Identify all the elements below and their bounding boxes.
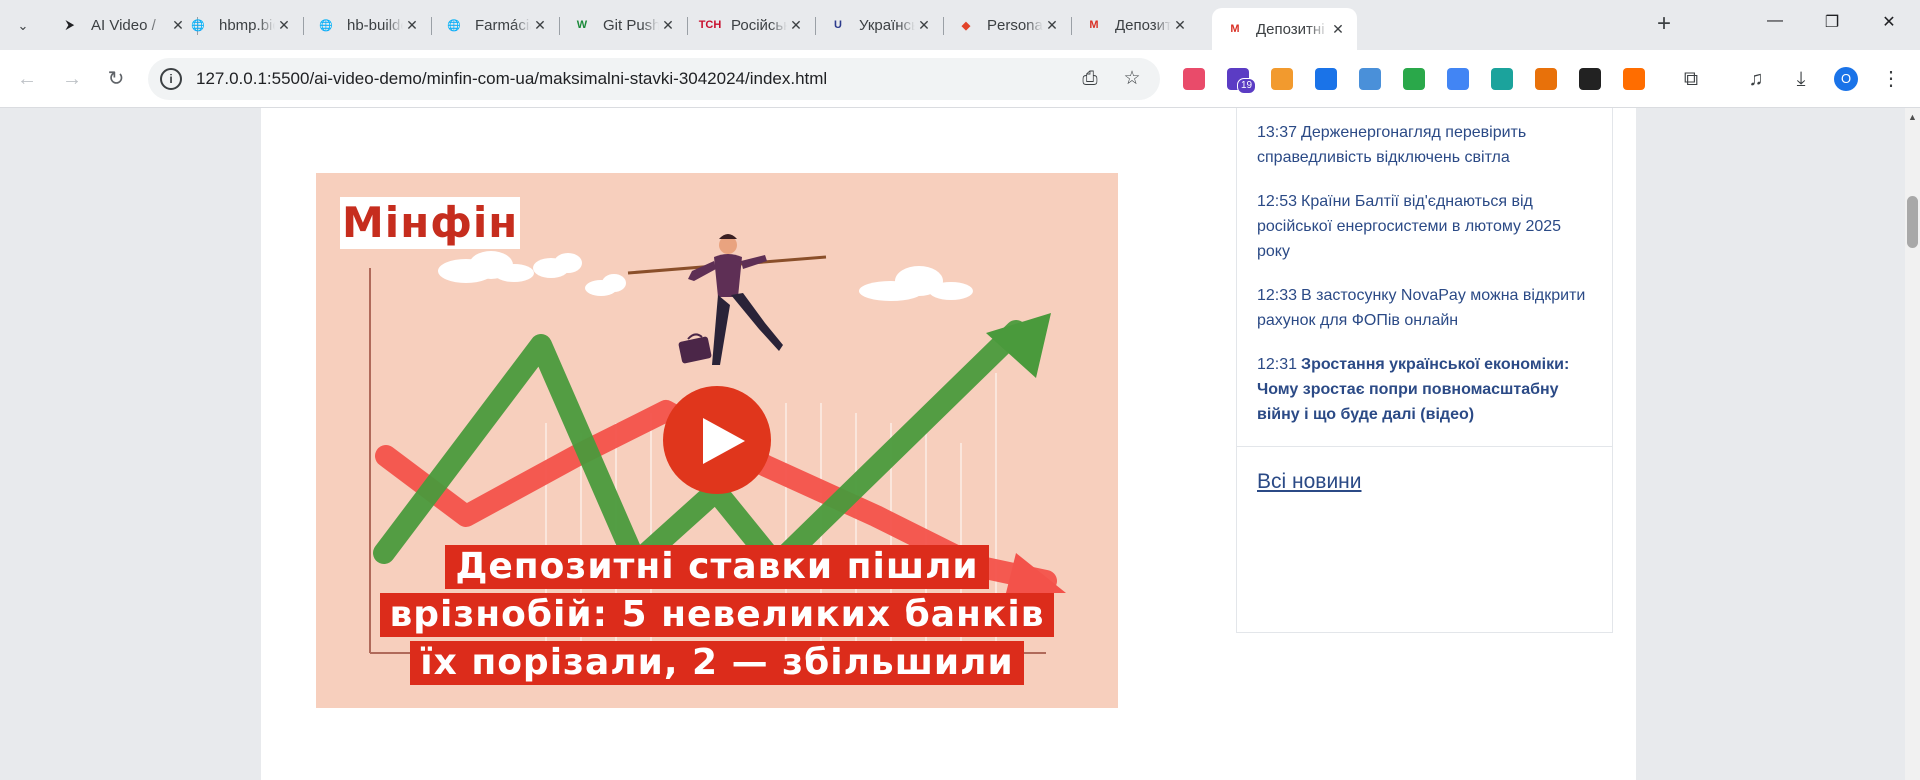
ext-purple-badge-icon[interactable]: 19 bbox=[1227, 68, 1257, 94]
close-icon[interactable]: ✕ bbox=[403, 17, 421, 34]
divider bbox=[1237, 446, 1612, 447]
scroll-up-arrow-icon[interactable]: ▲ bbox=[1905, 112, 1920, 126]
news-time: 12:53 bbox=[1257, 193, 1298, 210]
address-bar[interactable]: i 127.0.0.1:5500/ai-video-demo/minfin-co… bbox=[148, 58, 1160, 100]
restore-button[interactable]: ❐ bbox=[1817, 12, 1847, 36]
browser-toolbar: ← → ↻ i 127.0.0.1:5500/ai-video-demo/min… bbox=[0, 50, 1920, 108]
ext-diamond-icon[interactable] bbox=[1359, 68, 1381, 90]
minimize-button[interactable]: — bbox=[1760, 12, 1790, 36]
tab-strip: ⌄ ⮞AI Video /✕🌐hbmp.bidn✕🌐hb-builder✕🌐Fa… bbox=[0, 0, 1920, 50]
news-headline-link[interactable]: Зростання української економіки: Чому зр… bbox=[1257, 356, 1569, 423]
install-app-icon[interactable]: ⎙ bbox=[1078, 68, 1102, 92]
badge-count: 19 bbox=[1237, 78, 1257, 94]
news-headline-link[interactable]: В застосунку NovaPay можна відкрити раху… bbox=[1257, 287, 1585, 329]
video-title-line: врізнобій: 5 невеликих банків bbox=[379, 593, 1055, 637]
chevron-down-icon: ⌄ bbox=[17, 18, 29, 33]
site-info-icon[interactable]: i bbox=[160, 68, 182, 90]
news-item[interactable]: 12:33 В застосунку NovaPay можна відкрити… bbox=[1257, 283, 1587, 333]
close-icon[interactable]: ✕ bbox=[915, 17, 933, 34]
ext-teal-icon[interactable] bbox=[1491, 68, 1513, 90]
tab-title: Українські bbox=[859, 16, 915, 34]
minfin-icon: M bbox=[1230, 23, 1240, 35]
close-icon[interactable]: ✕ bbox=[1329, 21, 1347, 38]
video-title-line: їх порізали, 2 — збільшили bbox=[410, 641, 1024, 685]
page-viewport: Мінфін Депозитні ставки пішли врізнобій:… bbox=[0, 108, 1905, 780]
tab-title: hbmp.bidn bbox=[219, 16, 275, 34]
u-icon: U bbox=[834, 19, 842, 31]
page-scrollbar[interactable]: ▲ bbox=[1905, 108, 1920, 780]
reload-button[interactable]: ↻ bbox=[101, 64, 131, 94]
minfin-logo: Мінфін bbox=[340, 197, 521, 249]
tab-9[interactable]: M Депозитні✕ bbox=[1071, 8, 1199, 42]
news-item[interactable]: 12:53 Країни Балтії від'єднаються від рос… bbox=[1257, 189, 1587, 264]
all-news-link[interactable]: Всі новини bbox=[1257, 470, 1362, 494]
tab-search-button[interactable]: ⌄ bbox=[9, 12, 37, 40]
close-icon[interactable]: ✕ bbox=[787, 17, 805, 34]
w-icon: W bbox=[576, 19, 588, 31]
article-page: Мінфін Депозитні ставки пішли врізнобій:… bbox=[261, 108, 1636, 780]
ext-chess-icon[interactable] bbox=[1535, 68, 1557, 90]
new-tab-button[interactable]: + bbox=[1652, 12, 1676, 37]
news-headline-link[interactable]: Країни Балтії від'єднаються від російськ… bbox=[1257, 193, 1561, 260]
ext-fire-icon[interactable] bbox=[1623, 68, 1645, 90]
play-icon[interactable] bbox=[663, 386, 771, 494]
window-close-button[interactable]: ✕ bbox=[1874, 12, 1904, 36]
news-list: 13:37 Держенергонагляд перевірить справед… bbox=[1257, 120, 1587, 446]
news-headline-link[interactable]: Держенергонагляд перевірить справедливіс… bbox=[1257, 124, 1526, 166]
tab-2[interactable]: 🌐 hbmp.bidn✕ bbox=[175, 8, 304, 42]
news-item[interactable]: 13:37 Держенергонагляд перевірить справед… bbox=[1257, 120, 1587, 170]
tsn-icon: ТСН bbox=[698, 19, 722, 31]
ext-green-icon[interactable] bbox=[1403, 68, 1425, 90]
back-button[interactable]: ← bbox=[12, 64, 42, 94]
close-icon[interactable]: ✕ bbox=[659, 17, 677, 34]
tab-title: Депозитні bbox=[1115, 16, 1171, 34]
globe-icon: 🌐 bbox=[191, 19, 205, 32]
ext-react-icon[interactable] bbox=[1579, 68, 1601, 90]
globe-icon: 🌐 bbox=[319, 19, 333, 32]
gitlab-icon: ◆ bbox=[961, 19, 971, 32]
tab-title: Personal A bbox=[987, 16, 1043, 34]
forward-button[interactable]: → bbox=[57, 64, 87, 94]
ext-translate-icon[interactable] bbox=[1447, 68, 1469, 90]
tab-10[interactable]: M Депозитні ✕ bbox=[1212, 8, 1357, 50]
video-title: Депозитні ставки пішли врізнобій: 5 неве… bbox=[316, 545, 1118, 689]
tab-title: Депозитні bbox=[1256, 20, 1325, 38]
tab-title: AI Video / bbox=[91, 16, 156, 34]
menu-kebab-icon[interactable]: ⋮ bbox=[1878, 66, 1904, 92]
ext-pink-icon[interactable] bbox=[1183, 68, 1205, 90]
globe-icon: 🌐 bbox=[447, 19, 461, 32]
video-title-line: Депозитні ставки пішли bbox=[445, 545, 989, 589]
scroll-thumb[interactable] bbox=[1907, 196, 1918, 248]
minfin-icon: M bbox=[1089, 19, 1099, 31]
tab-3[interactable]: 🌐 hb-builder✕ bbox=[303, 8, 432, 42]
profile-avatar[interactable]: O bbox=[1834, 67, 1858, 91]
news-item[interactable]: 12:31 Зростання української економіки: Чо… bbox=[1257, 352, 1587, 427]
news-time: 12:31 bbox=[1257, 356, 1298, 373]
download-icon[interactable]: ⤓ bbox=[1788, 66, 1814, 92]
media-control-icon[interactable]: ♫ bbox=[1743, 66, 1769, 92]
tab-8[interactable]: ◆ Personal A✕ bbox=[943, 8, 1072, 42]
extensions-puzzle-icon[interactable]: ⧉ bbox=[1678, 66, 1704, 92]
tab-7[interactable]: U Українські✕ bbox=[815, 8, 944, 42]
ext-orange-icon[interactable] bbox=[1271, 68, 1293, 90]
tab-4[interactable]: 🌐 Farmácias✕ bbox=[431, 8, 560, 42]
close-icon[interactable]: ✕ bbox=[275, 17, 293, 34]
tab-6[interactable]: ТСН Російські ✕ bbox=[687, 8, 816, 42]
close-icon[interactable]: ✕ bbox=[531, 17, 549, 34]
tab-title: Російські bbox=[731, 16, 787, 34]
news-time: 12:33 bbox=[1257, 287, 1298, 304]
url-text[interactable]: 127.0.0.1:5500/ai-video-demo/minfin-com-… bbox=[196, 69, 827, 89]
bookmark-star-icon[interactable]: ☆ bbox=[1120, 68, 1144, 92]
tab-title: Farmácias bbox=[475, 16, 531, 34]
news-time: 13:37 bbox=[1257, 124, 1298, 141]
close-icon[interactable]: ✕ bbox=[1171, 17, 1189, 34]
tab-title: Git Push to bbox=[603, 16, 659, 34]
tab-title: hb-builder bbox=[347, 16, 403, 34]
video-thumbnail[interactable]: Мінфін Депозитні ставки пішли врізнобій:… bbox=[316, 173, 1118, 708]
tab-5[interactable]: W Git Push to✕ bbox=[559, 8, 688, 42]
ext-blue-dollar-icon[interactable] bbox=[1315, 68, 1337, 90]
close-icon[interactable]: ✕ bbox=[1043, 17, 1061, 34]
app-icon: ⮞ bbox=[66, 18, 74, 31]
news-sidebar: 13:37 Держенергонагляд перевірить справед… bbox=[1236, 108, 1613, 633]
